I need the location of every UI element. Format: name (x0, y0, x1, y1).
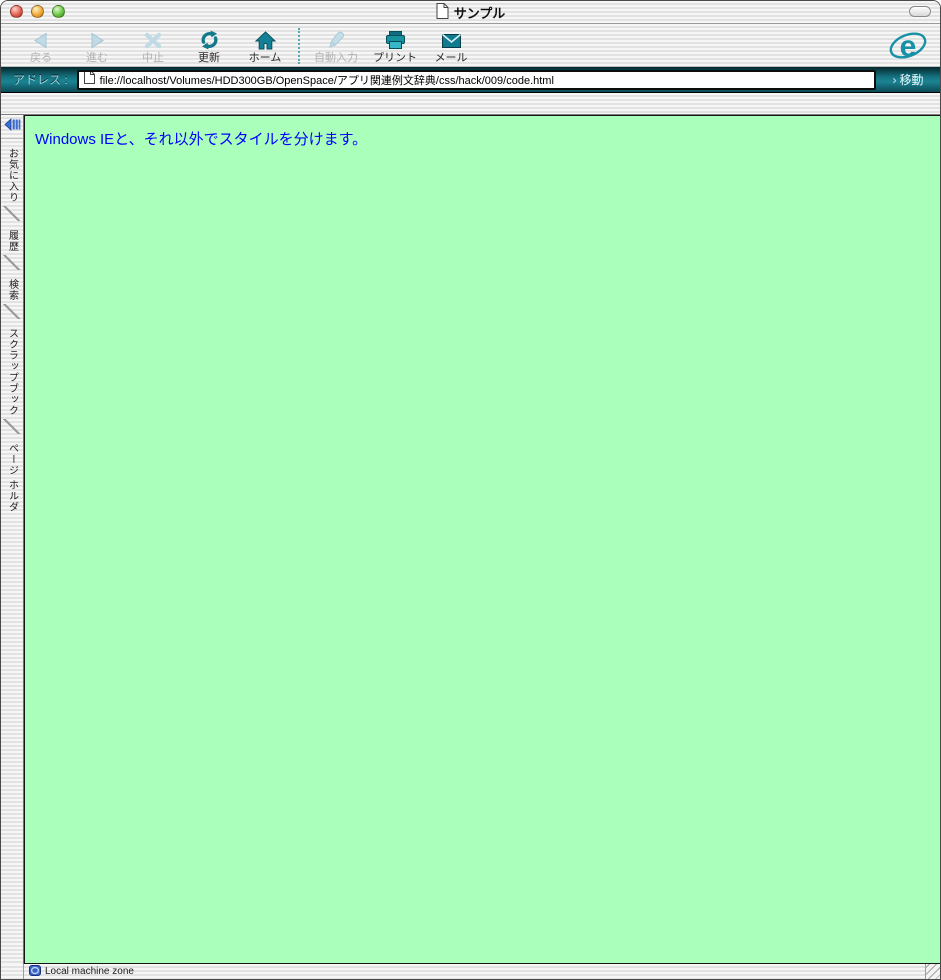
content-area: Windows IEと、それ以外でスタイルを分けます。 (24, 115, 940, 964)
zoom-button[interactable] (52, 5, 65, 18)
sidebar-tab-scrapbook[interactable]: スクラップブック (5, 319, 20, 419)
address-input[interactable]: file://localhost/Volumes/HDD300GB/OpenSp… (76, 69, 876, 90)
print-icon (384, 27, 407, 51)
explorer-bar: お気に入り 履歴 検索 スクラップブック ページ ホルダ (1, 115, 24, 964)
page-text: Windows IEと、それ以外でスタイルを分けます。 (35, 131, 368, 148)
sidebar-tab-history[interactable]: 履歴 (5, 221, 20, 255)
sidebar-tab-divider (1, 206, 23, 221)
stop-label: 中止 (142, 52, 164, 64)
stop-button[interactable]: 中止 (125, 27, 181, 65)
window-title-text: サンプル (453, 5, 506, 21)
security-zone-icon (29, 964, 41, 979)
go-label: 移動 (899, 73, 924, 87)
go-arrow-icon: › (892, 72, 897, 87)
browser-window: サンプル 戻る 進む 中止 更新 ホーム 自動入力 プリント メール e アドレ… (0, 0, 941, 980)
status-bar: Local machine zone (1, 964, 940, 979)
window-controls (10, 5, 65, 18)
toolbar: 戻る 進む 中止 更新 ホーム 自動入力 プリント メール e (1, 24, 940, 67)
hide-panel-button[interactable] (1, 115, 23, 139)
home-label: ホーム (248, 52, 282, 64)
status-bar-left-segment (1, 964, 24, 979)
address-bar: アドレス : file://localhost/Volumes/HDD300GB… (1, 67, 940, 93)
favorites-bar (1, 93, 940, 115)
sidebar-tab-divider (1, 304, 23, 319)
refresh-label: 更新 (198, 52, 220, 64)
forward-button[interactable]: 進む (69, 27, 125, 65)
toolbar-divider (298, 28, 300, 64)
mail-icon (440, 27, 463, 51)
address-url-text: file://localhost/Volumes/HDD300GB/OpenSp… (99, 74, 554, 87)
security-zone: Local machine zone (24, 964, 925, 979)
back-button[interactable]: 戻る (13, 27, 69, 65)
mail-button[interactable]: メール (423, 27, 479, 65)
forward-arrow-icon (86, 27, 108, 51)
minimize-button[interactable] (31, 5, 44, 18)
print-label: プリント (373, 52, 417, 64)
forward-label: 進む (86, 52, 108, 64)
sidebar-tab-favorites[interactable]: お気に入り (5, 139, 20, 206)
mail-label: メール (434, 52, 468, 64)
resize-grip[interactable] (925, 964, 940, 979)
toolbar-collapse-pill[interactable] (909, 6, 931, 17)
go-button[interactable]: › 移動 (876, 71, 940, 88)
page-icon (83, 71, 95, 88)
back-arrow-icon (30, 27, 52, 51)
title-bar: サンプル (1, 1, 940, 24)
sidebar-tab-divider (1, 419, 23, 434)
stop-x-icon (142, 27, 164, 51)
refresh-icon (198, 27, 221, 51)
sidebar-tab-divider (1, 255, 23, 270)
hide-panel-icon (3, 117, 21, 136)
refresh-button[interactable]: 更新 (181, 27, 237, 65)
print-button[interactable]: プリント (367, 27, 423, 65)
main-area: お気に入り 履歴 検索 スクラップブック ページ ホルダ Windows IEと… (1, 115, 940, 964)
autofill-icon (325, 27, 347, 51)
autofill-label: 自動入力 (314, 52, 358, 64)
ie-logo: e (888, 29, 928, 70)
autofill-button[interactable]: 自動入力 (305, 27, 367, 65)
back-label: 戻る (30, 52, 52, 64)
zone-label: Local machine zone (45, 966, 134, 977)
close-button[interactable] (10, 5, 23, 18)
home-button[interactable]: ホーム (237, 27, 293, 65)
sidebar-tab-search[interactable]: 検索 (5, 270, 20, 304)
document-icon (436, 2, 449, 22)
sidebar-tab-pageholder[interactable]: ページ ホルダ (5, 434, 20, 516)
address-label: アドレス : (13, 73, 68, 87)
window-title: サンプル (436, 2, 506, 22)
home-icon (254, 27, 277, 51)
